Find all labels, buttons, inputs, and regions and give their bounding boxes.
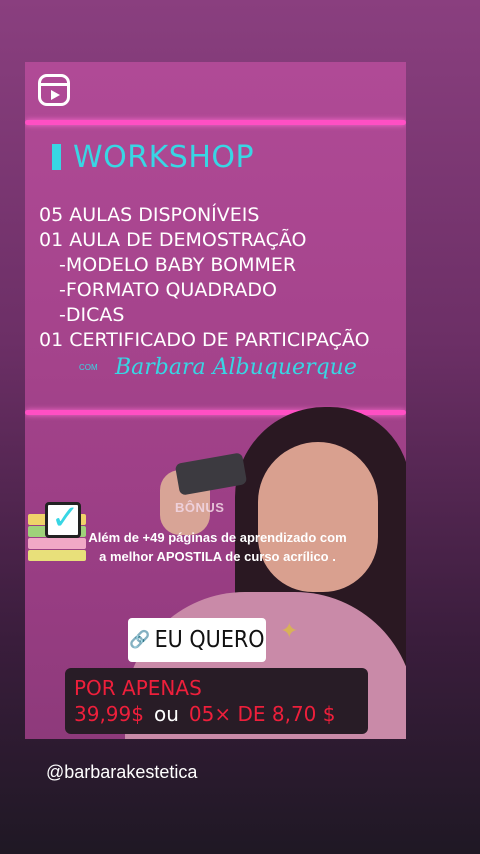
price-headline: POR APENAS [74,676,202,700]
detail-line: -DICAS [59,304,125,326]
detail-line: 05 AULAS DISPONÍVEIS [39,204,260,226]
signature: Barbara Albuquerque [115,355,357,380]
cta-label: EU QUERO [154,627,265,653]
price-value: 39,99$ [74,702,144,726]
price-installments: 05× DE 8,70 $ [188,702,336,726]
detail-line: 01 AULA DE DEMOSTRAÇÃO [39,229,307,251]
com-label: COM [79,363,98,372]
decoration-icon: ✦ [280,618,299,643]
person-face [258,442,378,592]
frame-line-top [25,120,406,125]
reels-icon[interactable] [38,74,70,106]
price-or: ou [153,702,179,726]
checkmark-icon: ✓ [51,498,80,538]
workshop-title: WORKSHOP [73,140,255,175]
detail-line: -FORMATO QUADRADO [59,279,277,301]
detail-line: 01 CERTIFICADO DE PARTICIPAÇÃO [39,329,370,351]
eu-quero-link-sticker[interactable]: 🔗 EU QUERO [128,618,266,662]
title-accent-bar [52,144,61,170]
story-card[interactable]: WORKSHOP 05 AULAS DISPONÍVEIS 01 AULA DE … [25,62,406,739]
bonus-text: Além de +49 páginas de aprendizado com a… [88,530,347,564]
course-details: 05 AULAS DISPONÍVEIS 01 AULA DE DEMOSTRAÇ… [39,203,370,353]
price-line: 39,99$ ou 05× DE 8,70 $ [74,702,335,726]
price-box: POR APENAS 39,99$ ou 05× DE 8,70 $ [65,668,368,734]
account-handle[interactable]: @barbarakestetica [46,762,197,783]
bonus-label: BÔNUS [175,500,225,515]
detail-line: -MODELO BABY BOMMER [59,254,297,276]
link-icon: 🔗 [129,630,151,649]
